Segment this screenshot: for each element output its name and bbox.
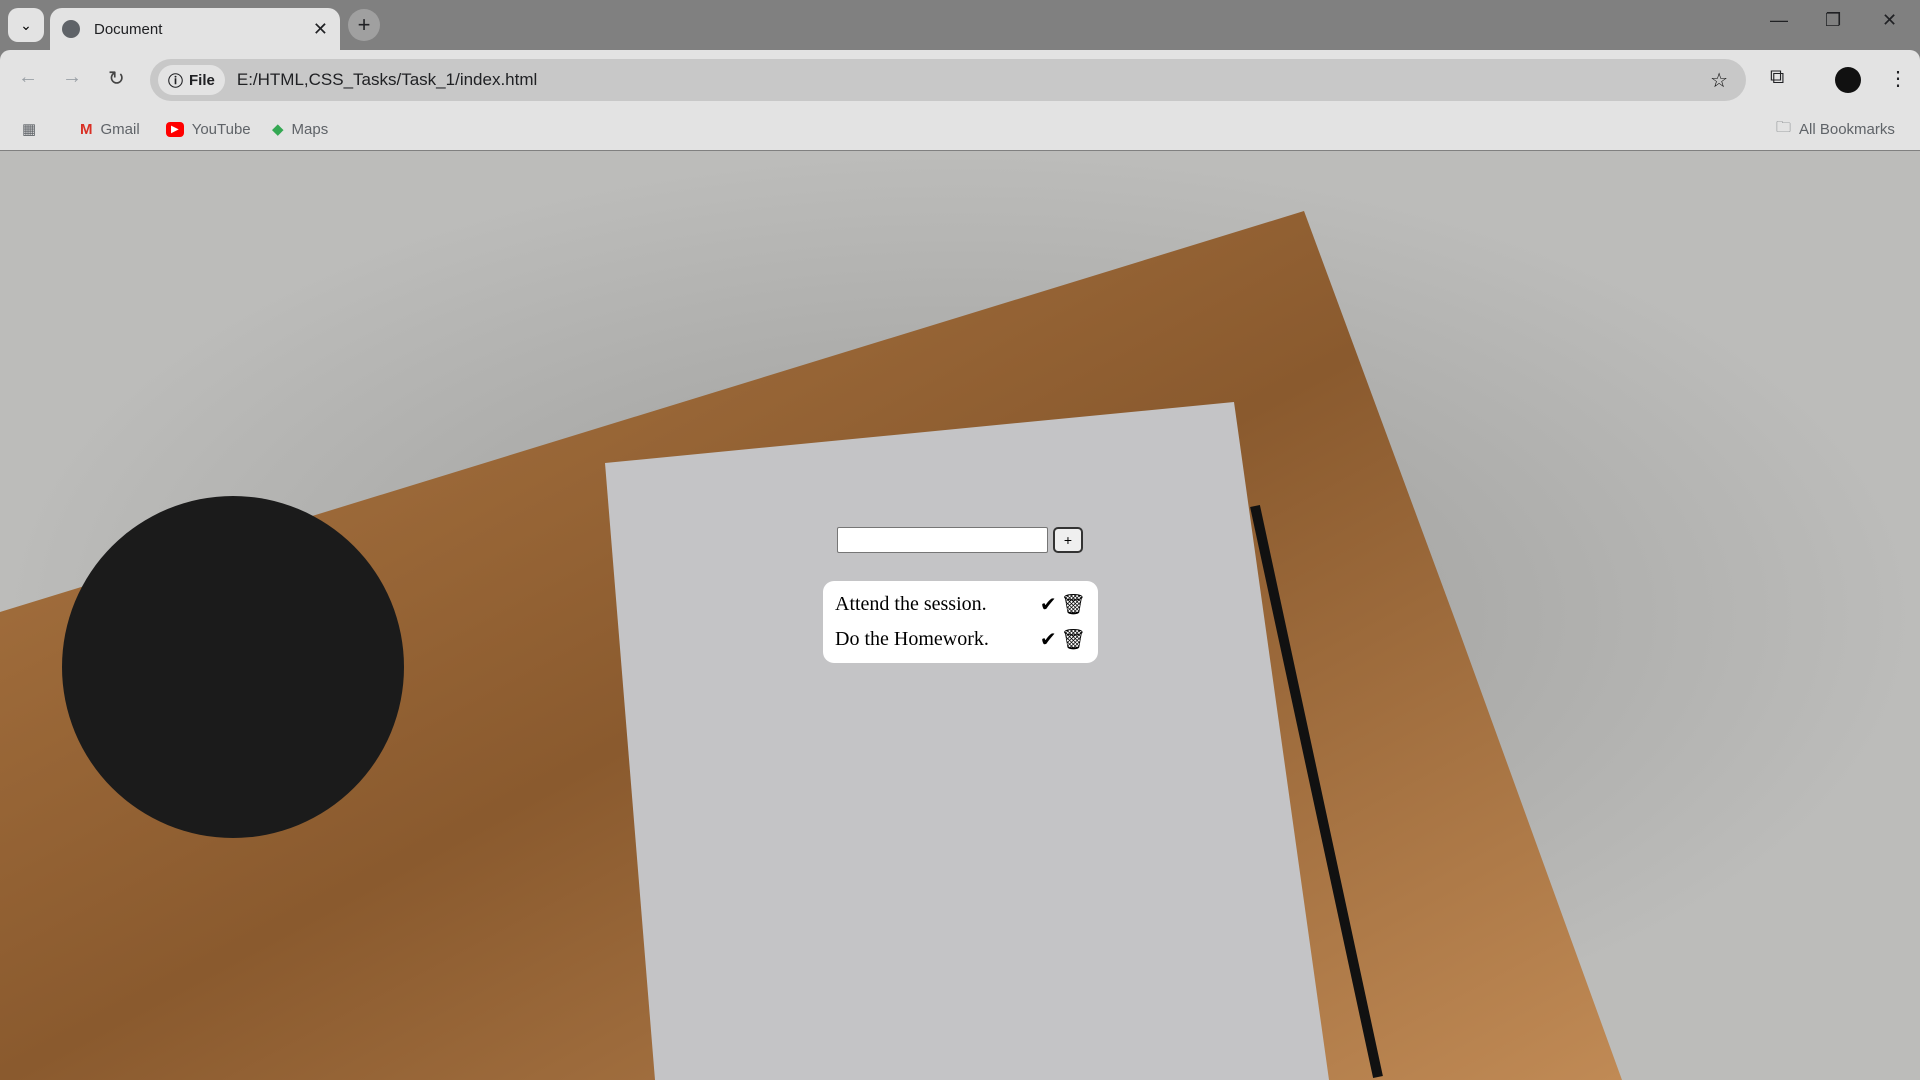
- todo-text: Attend the session.: [835, 593, 987, 615]
- gmail-icon: M: [80, 120, 93, 138]
- menu-icon[interactable]: ⋮: [1888, 66, 1908, 91]
- todo-list: Attend the session. ✔ 🗑 Do the Homework. …: [823, 581, 1098, 663]
- site-info-label: File: [189, 71, 215, 89]
- notebook: [605, 402, 1329, 1080]
- tab-search-button[interactable]: ⌄: [8, 8, 44, 42]
- extensions-icon[interactable]: ⧉: [1770, 66, 1784, 89]
- maps-icon: ◆: [272, 121, 284, 138]
- globe-icon: [62, 20, 80, 38]
- todo-text: Do the Homework.: [835, 628, 989, 650]
- coffee-cup: [62, 496, 404, 838]
- folder-icon: 🗀: [1776, 118, 1792, 136]
- bookmark-maps[interactable]: ◆ Maps: [272, 116, 328, 142]
- todo-input[interactable]: [837, 527, 1048, 553]
- tab-strip: ⌄ Document ✕ + — ❐ ✕: [0, 0, 1920, 50]
- toolbar: ← → ↻ ⓘ File E:/HTML,CSS_Tasks/Task_1/ind…: [0, 50, 1920, 150]
- trash-icon[interactable]: 🗑: [1061, 592, 1086, 617]
- restore-button[interactable]: ❐: [1825, 10, 1841, 31]
- back-button[interactable]: ←: [18, 66, 38, 89]
- all-bookmarks-label: All Bookmarks: [1799, 120, 1895, 138]
- forward-button[interactable]: →: [62, 66, 82, 89]
- minimize-button[interactable]: —: [1770, 10, 1788, 31]
- tab-document[interactable]: Document ✕: [50, 8, 340, 50]
- address-bar[interactable]: ⓘ File E:/HTML,CSS_Tasks/Task_1/index.htm…: [150, 59, 1746, 101]
- page-content: + Attend the session. ✔ 🗑 Do the Homework…: [0, 151, 1920, 1080]
- tab-title: Document: [94, 20, 163, 38]
- todo-item: Do the Homework. ✔ 🗑: [835, 622, 1086, 657]
- bookmark-label: Gmail: [100, 120, 140, 138]
- bookmark-label: Maps: [291, 120, 329, 138]
- reload-button[interactable]: ↻: [108, 66, 125, 91]
- close-window-button[interactable]: ✕: [1882, 10, 1897, 31]
- add-todo-button[interactable]: +: [1053, 527, 1083, 553]
- profile-avatar[interactable]: [1835, 67, 1861, 93]
- bookmark-youtube[interactable]: ▶ YouTube: [166, 116, 251, 142]
- site-info-chip[interactable]: ⓘ File: [158, 65, 225, 95]
- trash-icon[interactable]: 🗑: [1061, 627, 1086, 652]
- apps-icon[interactable]: ▦: [22, 116, 36, 142]
- bookmark-label: YouTube: [191, 120, 251, 138]
- youtube-icon: ▶: [166, 121, 184, 137]
- check-icon[interactable]: ✔: [1040, 627, 1057, 652]
- all-bookmarks[interactable]: 🗀 All Bookmarks: [1776, 116, 1895, 142]
- close-tab-icon[interactable]: ✕: [313, 19, 328, 40]
- info-icon: ⓘ: [168, 72, 184, 90]
- bookmark-gmail[interactable]: M Gmail: [80, 116, 140, 142]
- bookmark-star-icon[interactable]: ☆: [1710, 68, 1728, 93]
- check-icon[interactable]: ✔: [1040, 592, 1057, 617]
- url-text[interactable]: E:/HTML,CSS_Tasks/Task_1/index.html: [237, 70, 537, 90]
- new-tab-button[interactable]: +: [348, 9, 380, 41]
- todo-item: Attend the session. ✔ 🗑: [835, 587, 1086, 622]
